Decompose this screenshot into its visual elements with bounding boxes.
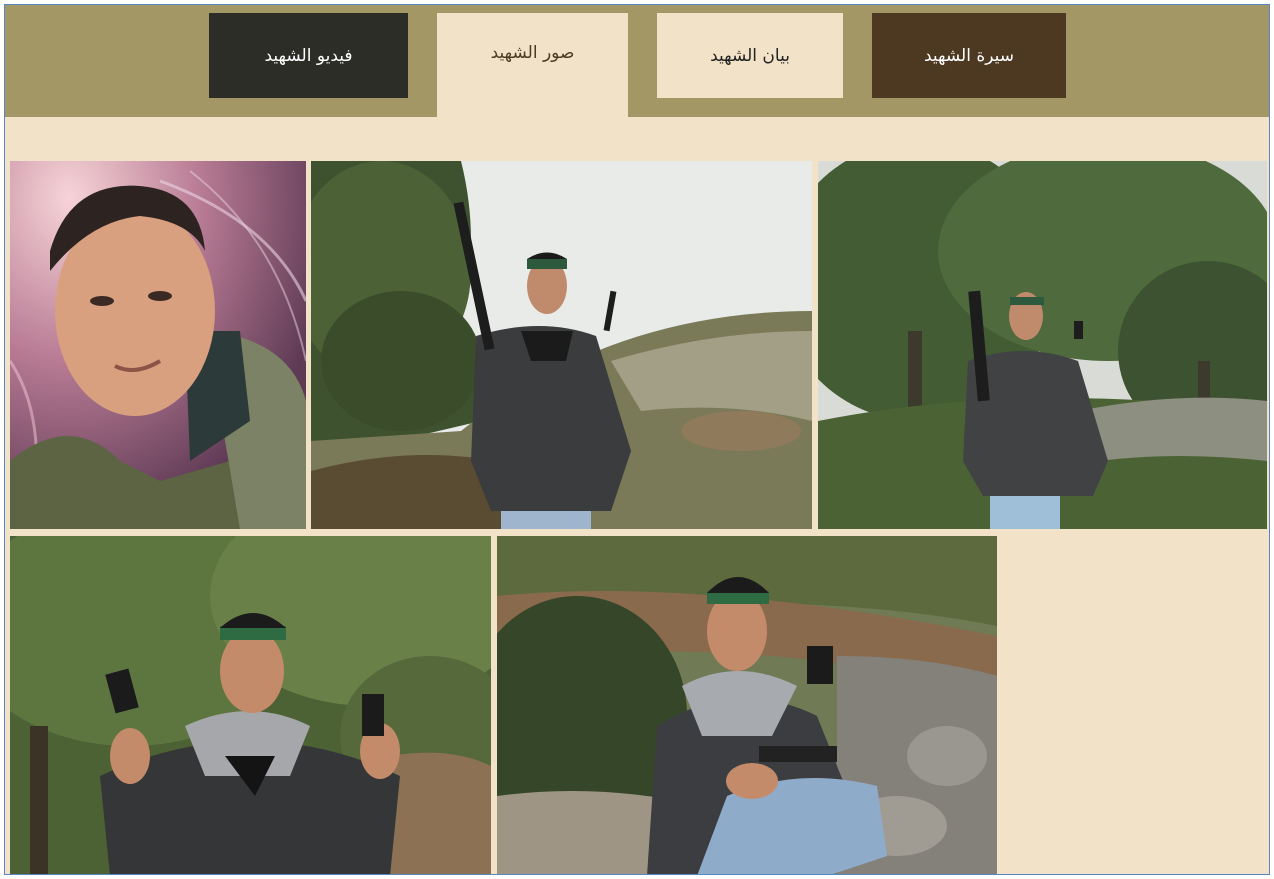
tab-martyr-biography[interactable]: سيرة الشهيد bbox=[872, 13, 1066, 98]
tab-martyr-video[interactable]: فيديو الشهيد bbox=[209, 13, 408, 98]
standing-rifle-image bbox=[311, 161, 812, 529]
gallery-photo-kneeling-pistol[interactable] bbox=[497, 536, 997, 874]
tab-bar: فيديو الشهيد صور الشهيد بيان الشهيد سيرة… bbox=[5, 5, 1269, 117]
tab-martyr-biography-label: سيرة الشهيد bbox=[923, 45, 1015, 66]
page-frame: فيديو الشهيد صور الشهيد بيان الشهيد سيرة… bbox=[4, 4, 1270, 875]
kneeling-pistol-image bbox=[497, 536, 997, 874]
tab-martyr-statement[interactable]: بيان الشهيد bbox=[657, 13, 843, 98]
tab-martyr-photos[interactable]: صور الشهيد bbox=[437, 13, 628, 117]
tab-martyr-video-label: فيديو الشهيد bbox=[264, 45, 353, 66]
gallery-photo-olive-tree-rifle[interactable] bbox=[818, 161, 1267, 529]
tab-martyr-photos-label: صور الشهيد bbox=[490, 43, 575, 63]
headband-pistol-image bbox=[10, 536, 491, 874]
portrait-image bbox=[10, 161, 306, 529]
gallery-photo-standing-rifle[interactable] bbox=[311, 161, 812, 529]
gallery-photo-portrait[interactable] bbox=[10, 161, 306, 529]
tab-martyr-statement-label: بيان الشهيد bbox=[710, 45, 790, 66]
olive-tree-rifle-image bbox=[818, 161, 1267, 529]
gallery-photo-headband-pistol[interactable] bbox=[10, 536, 491, 874]
